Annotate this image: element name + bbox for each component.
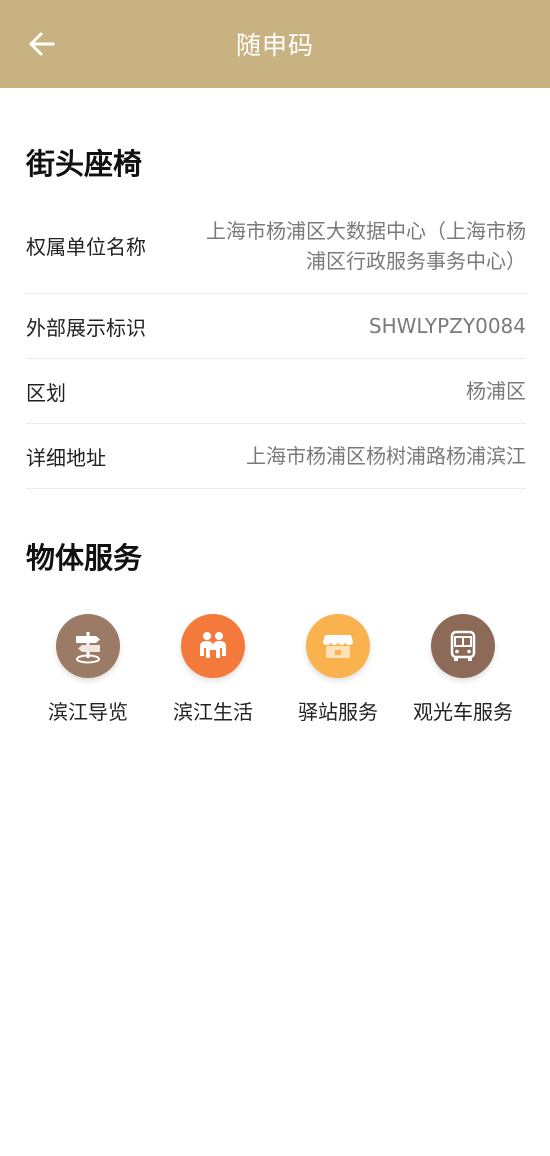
people-icon	[200, 632, 226, 658]
service-label: 驿站服务	[298, 700, 378, 724]
services-grid: 滨江导览 滨江生活 驿站服务 观光车服务	[0, 614, 550, 734]
service-binjiang-guide[interactable]: 滨江导览	[23, 614, 153, 725]
info-row-district: 区划 杨浦区	[26, 359, 526, 424]
info-value: 上海市杨浦区杨树浦路杨浦滨江	[246, 444, 526, 468]
service-sightseeing-bus[interactable]: 观光车服务	[398, 614, 528, 725]
info-value: 上海市杨浦区大数据中心（上海市杨 浦区行政服务事务中心）	[176, 216, 526, 276]
back-button[interactable]	[22, 26, 62, 62]
object-title: 街头座椅	[26, 147, 143, 181]
service-label: 滨江导览	[48, 700, 128, 724]
app-header: 随申码	[0, 0, 550, 88]
info-label: 详细地址	[26, 445, 106, 470]
arrow-left-icon	[29, 32, 55, 56]
info-row-external-id: 外部展示标识 SHWLYPZY0084	[26, 294, 526, 359]
services-title: 物体服务	[26, 541, 143, 575]
store-icon	[323, 635, 353, 658]
service-binjiang-life[interactable]: 滨江生活	[148, 614, 278, 725]
info-label: 外部展示标识	[26, 315, 146, 340]
info-value-line: 浦区行政服务事务中心）	[306, 248, 526, 273]
service-station[interactable]: 驿站服务	[273, 614, 403, 725]
info-row-owner: 权属单位名称 上海市杨浦区大数据中心（上海市杨 浦区行政服务事务中心）	[26, 198, 526, 294]
page-title: 随申码	[235, 31, 314, 60]
object-info-list: 权属单位名称 上海市杨浦区大数据中心（上海市杨 浦区行政服务事务中心） 外部展示…	[26, 198, 526, 489]
service-icon-bg	[431, 614, 495, 678]
signpost-icon	[76, 632, 100, 664]
service-label: 观光车服务	[413, 700, 513, 724]
info-value-line: 上海市杨浦区大数据中心（上海市杨	[206, 218, 526, 243]
info-value: 杨浦区	[466, 379, 526, 403]
info-value: SHWLYPZY0084	[368, 314, 526, 338]
bus-icon	[450, 630, 476, 661]
service-icon-bg	[56, 614, 120, 678]
info-label: 权属单位名称	[26, 235, 146, 259]
service-icon-bg	[306, 614, 370, 678]
service-icon-bg	[181, 614, 245, 678]
info-label: 区划	[26, 380, 66, 405]
info-row-address: 详细地址 上海市杨浦区杨树浦路杨浦滨江	[26, 424, 526, 489]
service-label: 滨江生活	[173, 700, 253, 724]
